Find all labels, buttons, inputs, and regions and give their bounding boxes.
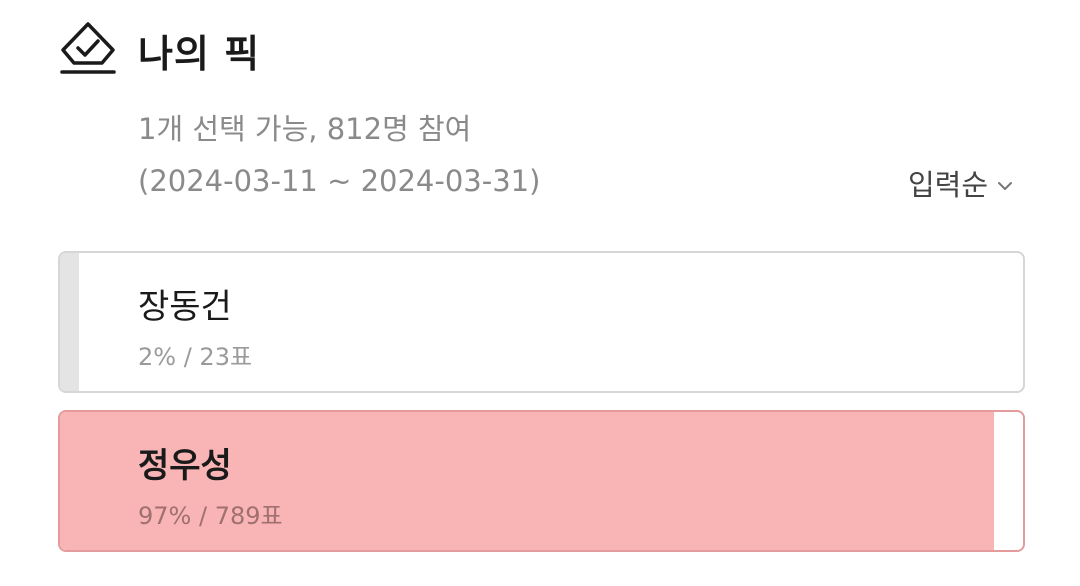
sort-dropdown[interactable]: 입력순: [908, 162, 1014, 204]
diamond-check-icon: [60, 22, 116, 74]
poll-period: (2024-03-11 ~ 2024-03-31): [138, 164, 541, 198]
poll-card: 나의 픽 1개 선택 가능, 812명 참여 (2024-03-11 ~ 202…: [0, 0, 1080, 586]
chevron-down-icon: [998, 182, 1012, 190]
option-stat: 97% / 789표: [138, 502, 283, 530]
option-name: 정우성: [138, 446, 232, 486]
poll-info: 1개 선택 가능, 812명 참여: [138, 112, 472, 146]
option-stat: 2% / 23표: [138, 343, 253, 371]
sort-label: 입력순: [907, 168, 988, 202]
poll-header: 나의 픽: [58, 20, 260, 80]
option-name: 장동건: [138, 287, 232, 327]
vote-progress-bar: [60, 253, 80, 391]
poll-option[interactable]: 장동건 2% / 23표: [58, 251, 1025, 393]
poll-title: 나의 픽: [138, 31, 261, 76]
poll-option-selected[interactable]: 정우성 97% / 789표: [58, 410, 1025, 552]
